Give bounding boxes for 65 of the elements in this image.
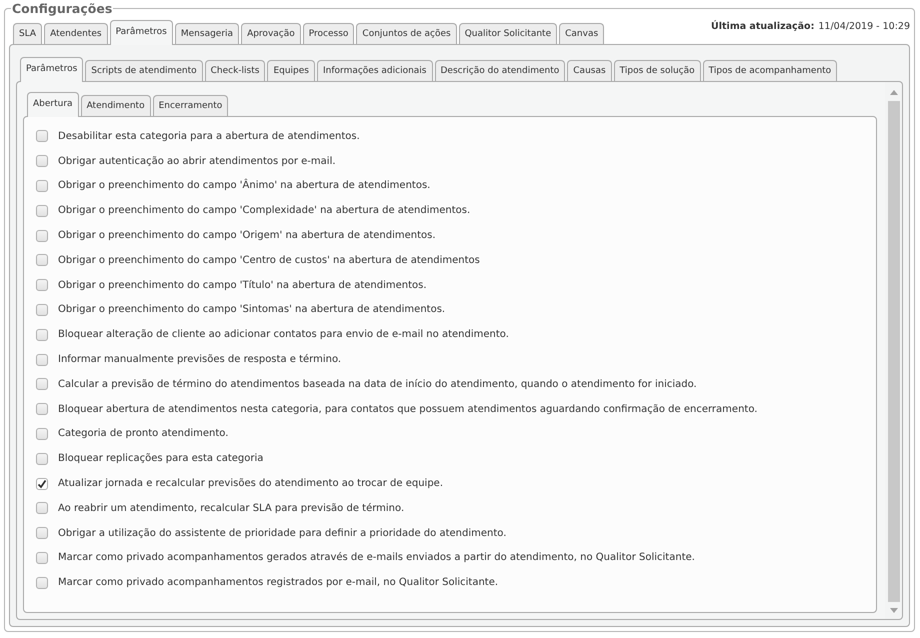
checkbox[interactable] <box>36 180 48 192</box>
checkbox[interactable] <box>36 155 48 168</box>
tab[interactable]: Mensageria <box>174 23 240 44</box>
option-label: Obrigar o preenchimento do campo 'Complexidade' na abertura de atendimentos. <box>58 205 470 216</box>
checkbox[interactable] <box>36 527 48 540</box>
checkbox[interactable] <box>36 204 48 217</box>
subtab[interactable]: Parâmetros <box>20 57 84 82</box>
stage-tab[interactable]: Encerramento <box>152 95 228 116</box>
subtab[interactable]: Scripts de atendimento <box>85 60 203 81</box>
option-label: Marcar como privado acompanhamentos gerados através de e-mails enviados a partir do atendimento, no Qualitor Solicitante. <box>58 552 695 564</box>
option-label: Obrigar o preenchimento do campo 'Ânimo' na abertura de atendimentos. <box>58 180 430 192</box>
frame-legend: Configurações <box>11 1 114 16</box>
checkbox[interactable] <box>36 328 48 341</box>
option-label: Desabilitar esta categoria para a abertura de atendimentos. <box>58 130 360 142</box>
subtab[interactable]: Check-lists <box>204 60 266 81</box>
option-label: Obrigar o preenchimento do campo 'Centro de custos' na abertura de atendimentos <box>58 254 480 266</box>
checkbox[interactable] <box>36 552 48 564</box>
tab[interactable]: Conjuntos de ações <box>356 23 457 44</box>
scrollbar[interactable] <box>885 81 903 620</box>
subtab[interactable]: Equipes <box>267 60 315 81</box>
option-label: Bloquear replicações para esta categoria <box>58 453 264 464</box>
subtab[interactable]: Descrição do atendimento <box>434 60 566 81</box>
tab[interactable]: Aprovação <box>241 23 301 44</box>
option-label: Calcular a previsão de término do atendimentos baseada na data de início do atendimento, quando o atendimento for iniciado. <box>58 378 697 390</box>
option-label: Obrigar o preenchimento do campo 'Sintomas' na abertura de atendimentos. <box>58 304 446 316</box>
option-label: Obrigar autenticação ao abrir atendimentos por e-mail. <box>58 156 336 167</box>
stage-tab[interactable]: Atendimento <box>80 95 151 116</box>
option-label: Ao reabrir um atendimento, recalcular SLA para previsão de término. <box>58 502 404 514</box>
option-label: Atualizar jornada e recalcular previsões do atendimento ao trocar de equipe. <box>58 478 443 490</box>
option-label: Obrigar a utilização do assistente de prioridade para definir a prioridade do atendimento. <box>58 528 506 539</box>
scroll-down-arrow-icon[interactable] <box>890 608 898 613</box>
tab[interactable]: Parâmetros <box>110 20 173 45</box>
tab[interactable]: Atendentes <box>44 23 108 44</box>
tab[interactable]: Qualitor Solicitante <box>458 23 558 44</box>
subtab[interactable]: Tipos de solução <box>614 60 701 81</box>
checkbox[interactable] <box>36 254 48 266</box>
checkbox[interactable] <box>36 403 48 416</box>
checkbox[interactable] <box>36 378 48 390</box>
option-label: Informar manualmente previsões de resposta e término. <box>58 354 342 366</box>
option-label: Marcar como privado acompanhamentos registrados por e-mail, no Qualitor Solicitante. <box>58 577 498 588</box>
option-label: Obrigar o preenchimento do campo 'Origem' na abertura de atendimentos. <box>58 230 436 242</box>
option-label: Bloquear abertura de atendimentos nesta categoria, para contatos que possuem atendimentos aguardando confirmação de encerramento. <box>58 404 758 415</box>
checkbox[interactable] <box>36 130 48 142</box>
last-update-value: 11/04/2019 - 10:29 <box>818 21 910 32</box>
option-label: Categoria de pronto atendimento. <box>58 428 228 440</box>
subtab[interactable]: Causas <box>567 60 612 81</box>
tab[interactable]: Processo <box>302 23 354 44</box>
last-update-label: Última atualização: <box>711 21 814 32</box>
checkbox[interactable] <box>36 354 48 366</box>
option-label: Obrigar o preenchimento do campo 'Título' na abertura de atendimentos. <box>58 280 427 291</box>
checkbox[interactable] <box>36 452 48 465</box>
checkbox[interactable] <box>36 428 48 440</box>
checkbox[interactable] <box>36 478 48 490</box>
checkbox[interactable] <box>36 502 48 514</box>
tab[interactable]: SLA <box>13 23 42 44</box>
subtab[interactable]: Tipos de acompanhamento <box>702 60 838 81</box>
stage-tab[interactable]: Abertura <box>27 92 79 117</box>
subtab[interactable]: Informações adicionais <box>317 60 432 81</box>
scroll-up-arrow-icon[interactable] <box>890 90 898 95</box>
checkbox[interactable] <box>36 279 48 292</box>
checkbox[interactable] <box>36 304 48 316</box>
option-label: Bloquear alteração de cliente ao adicionar contatos para envio de e-mail no atendimento. <box>58 329 509 340</box>
checkbox[interactable] <box>36 576 48 589</box>
checkbox[interactable] <box>36 230 48 242</box>
tab[interactable]: Canvas <box>559 23 604 44</box>
